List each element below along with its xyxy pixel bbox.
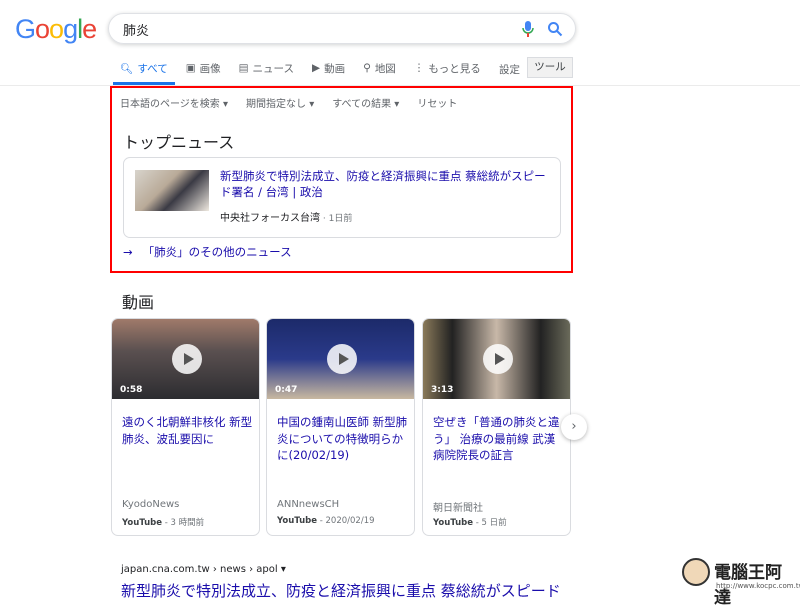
news-title[interactable]: 新型肺炎で特別法成立、防疫と経済振興に重点 蔡総統がスピード署名 / 台湾 | … <box>220 168 550 200</box>
video-card[interactable]: 3:13 空ぜき「普通の肺炎と違う」 治療の最前線 武漢病院院長の証言 朝日新聞… <box>422 318 571 536</box>
news-thumbnail <box>135 170 209 211</box>
tab-maps[interactable]: ⚲ 地図 <box>363 58 396 78</box>
top-news-card[interactable]: 新型肺炎で特別法成立、防疫と経済振興に重点 蔡総統がスピード署名 / 台湾 | … <box>123 157 561 238</box>
result-url[interactable]: japan.cna.com.tw › news › apol ▾ <box>121 564 286 575</box>
video-title[interactable]: 中国の鍾南山医師 新型肺炎についての特徴明らかに(20/02/19) <box>277 414 410 464</box>
top-news-heading: トップニュース <box>123 133 235 152</box>
video-title[interactable]: 遠のく北朝鮮非核化 新型肺炎、波乱要因に <box>122 414 255 447</box>
video-duration: 3:13 <box>431 385 454 395</box>
watermark-url: http://www.kocpc.com.tw <box>716 582 800 590</box>
video-duration: 0:58 <box>120 385 143 395</box>
search-icon: 🔍︎ <box>120 62 134 75</box>
tab-label: もっと見る <box>428 62 481 75</box>
news-icon: ▤ <box>238 62 249 74</box>
play-icon <box>172 344 202 374</box>
filter-language[interactable]: 日本語のページを検索 ▾ <box>120 95 228 110</box>
search-icon[interactable] <box>547 21 563 37</box>
news-source: 中央社フォーカス台湾 · 1日前 <box>220 213 353 224</box>
mascot-icon <box>682 558 710 586</box>
search-query: 肺炎 <box>123 24 150 39</box>
filter-time[interactable]: 期間指定なし ▾ <box>246 95 314 110</box>
search-tabs: 🔍︎ すべて ▣ 画像 ▤ ニュース ▶ 動画 ⚲ 地図 ⋮ もっと見る <box>120 58 481 78</box>
chevron-right-icon[interactable]: › <box>561 414 587 440</box>
search-input[interactable]: 肺炎 <box>108 13 576 44</box>
video-channel: KyodoNews <box>122 499 180 510</box>
filter-results[interactable]: すべての結果 ▾ <box>332 95 399 110</box>
search-filters: 日本語のページを検索 ▾ 期間指定なし ▾ すべての結果 ▾ リセット <box>120 95 457 110</box>
video-meta: YouTube - 2020/02/19 <box>277 516 375 526</box>
tab-videos[interactable]: ▶ 動画 <box>312 58 345 78</box>
video-icon: ▶ <box>312 62 321 74</box>
video-title[interactable]: 空ぜき「普通の肺炎と違う」 治療の最前線 武漢病院院長の証言 <box>433 414 566 464</box>
tab-label: 画像 <box>199 62 221 75</box>
video-meta: YouTube - 5 日前 <box>433 518 507 528</box>
tab-label: すべて <box>137 62 168 75</box>
video-thumbnail: 0:58 <box>112 319 259 399</box>
play-icon <box>327 344 357 374</box>
video-card[interactable]: 0:58 遠のく北朝鮮非核化 新型肺炎、波乱要因に KyodoNews YouT… <box>111 318 260 536</box>
video-meta: YouTube - 3 時間前 <box>122 518 205 528</box>
tab-label: 動画 <box>324 62 346 75</box>
caret-down-icon[interactable]: ▾ <box>281 564 286 575</box>
tab-label: 地図 <box>374 62 396 75</box>
more-vert-icon: ⋮ <box>413 62 425 74</box>
video-thumbnail: 3:13 <box>423 319 570 399</box>
play-icon <box>483 344 513 374</box>
tab-label: ニュース <box>252 62 295 75</box>
google-logo[interactable]: Google <box>15 14 97 45</box>
video-card[interactable]: 0:47 中国の鍾南山医師 新型肺炎についての特徴明らかに(20/02/19) … <box>266 318 415 536</box>
tab-images[interactable]: ▣ 画像 <box>186 58 221 78</box>
more-news-link[interactable]: → 「肺炎」のその他のニュース <box>123 244 292 260</box>
result-title[interactable]: 新型肺炎で特別法成立、防疫と経済振興に重点 蔡総統がスピード <box>121 580 561 601</box>
tab-all[interactable]: 🔍︎ すべて <box>120 58 168 78</box>
settings-link[interactable]: 設定 <box>499 62 520 77</box>
video-duration: 0:47 <box>275 385 298 395</box>
filter-reset[interactable]: リセット <box>417 95 457 110</box>
video-channel: ANNnewsCH <box>277 499 340 510</box>
map-pin-icon: ⚲ <box>363 62 371 74</box>
news-time: 1日前 <box>328 214 353 224</box>
tools-button[interactable]: ツール <box>527 57 573 78</box>
arrow-right-icon: → <box>123 245 133 259</box>
tab-news[interactable]: ▤ ニュース <box>239 58 294 78</box>
video-channel: 朝日新聞社 <box>433 503 483 514</box>
image-icon: ▣ <box>185 62 196 74</box>
microphone-icon[interactable] <box>522 21 534 37</box>
video-thumbnail: 0:47 <box>267 319 414 399</box>
tab-more[interactable]: ⋮ もっと見る <box>414 58 481 78</box>
watermark-logo: 電腦王阿達 http://www.kocpc.com.tw <box>680 556 800 608</box>
videos-heading: 動画 <box>122 293 155 312</box>
